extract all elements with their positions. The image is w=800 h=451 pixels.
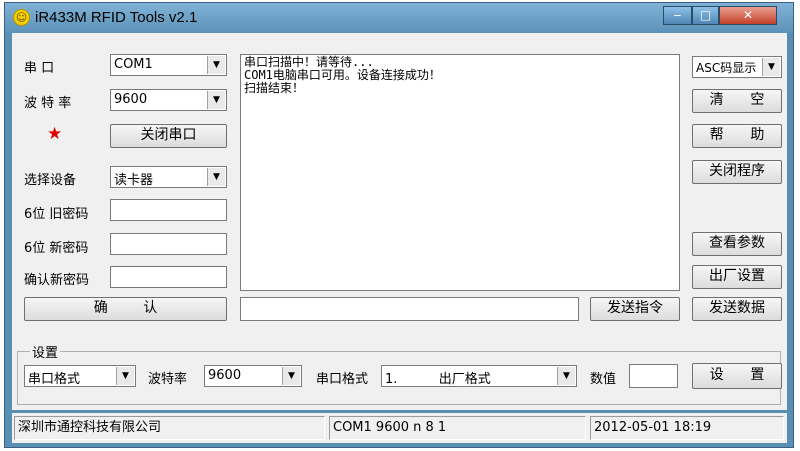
close-port-button[interactable]: 关闭串口 <box>110 124 227 148</box>
maximize-button[interactable]: □ <box>692 6 719 25</box>
settings-baud-label: 波特率 <box>148 372 188 387</box>
number-label: 数值 <box>590 372 617 387</box>
smiley-icon: ☺ <box>13 9 30 26</box>
port-format-value: 1. 出厂格式 <box>385 372 491 387</box>
confirm-password-field[interactable] <box>110 266 227 288</box>
chevron-down-icon[interactable]: ▼ <box>116 367 134 385</box>
confirm-password-label: 确认新密码 <box>24 273 90 288</box>
app-window: ☺ iR433M RFID Tools v2.1 ‒ □ ✕ 串 口 COM1 … <box>4 2 794 448</box>
close-program-button[interactable]: 关闭程序 <box>692 160 782 184</box>
help-button[interactable]: 帮 助 <box>692 124 782 148</box>
chevron-down-icon[interactable]: ▼ <box>762 58 780 76</box>
serial-port-select[interactable]: COM1 ▼ <box>110 54 227 76</box>
view-params-button[interactable]: 查看参数 <box>692 232 782 256</box>
chevron-down-icon[interactable]: ▼ <box>207 91 225 109</box>
log-output[interactable]: 串口扫描中！请等待... COM1电脑串口可用。设备连接成功！ 扫描结束！ <box>240 54 680 291</box>
main-panel: 串 口 COM1 ▼ 波 特 率 9600 ▼ ★ 关闭串口 选择设备 读卡器 … <box>12 33 787 410</box>
display-mode-select[interactable]: ASC码显示 ▼ <box>692 56 782 78</box>
settings-baud-value: 9600 <box>208 368 242 383</box>
title-bar[interactable]: ☺ iR433M RFID Tools v2.1 ‒ □ ✕ <box>5 3 793 33</box>
command-input[interactable] <box>240 297 579 321</box>
old-password-field[interactable] <box>110 199 227 221</box>
display-mode-value: ASC码显示 <box>696 61 757 75</box>
chevron-down-icon[interactable]: ▼ <box>207 168 225 186</box>
log-line: COM1电脑串口可用。设备连接成功！ <box>244 68 441 82</box>
serial-port-value: COM1 <box>114 57 153 72</box>
settings-group-title: 设置 <box>30 342 61 361</box>
log-line: 扫描结束！ <box>244 81 305 95</box>
device-select[interactable]: 读卡器 ▼ <box>110 166 227 188</box>
port-format-select[interactable]: 1. 出厂格式 ▼ <box>381 365 577 387</box>
chevron-down-icon[interactable]: ▼ <box>282 367 300 385</box>
send-data-button[interactable]: 发送数据 <box>692 297 782 321</box>
number-field[interactable] <box>629 364 678 388</box>
chevron-down-icon[interactable]: ▼ <box>557 367 575 385</box>
factory-settings-button[interactable]: 出厂设置 <box>692 265 782 289</box>
star-icon: ★ <box>47 124 63 144</box>
old-password-label: 6位 旧密码 <box>24 207 89 222</box>
set-button[interactable]: 设 置 <box>692 363 782 389</box>
confirm-button[interactable]: 确 认 <box>24 297 227 321</box>
settings-baud-select[interactable]: 9600 ▼ <box>204 365 302 387</box>
baud-rate-select[interactable]: 9600 ▼ <box>110 89 227 111</box>
minimize-button[interactable]: ‒ <box>663 6 692 25</box>
send-command-button[interactable]: 发送指令 <box>590 297 680 321</box>
format-value: 串口格式 <box>28 372 81 387</box>
status-datetime: 2012-05-01 18:19 <box>590 416 784 440</box>
close-button[interactable]: ✕ <box>719 6 777 25</box>
status-company: 深圳市通控科技有限公司 <box>14 416 325 440</box>
status-port-info: COM1 9600 n 8 1 <box>329 416 586 440</box>
window-title: iR433M RFID Tools v2.1 <box>35 9 198 26</box>
device-value: 读卡器 <box>114 173 154 188</box>
new-password-field[interactable] <box>110 233 227 255</box>
serial-port-label: 串 口 <box>24 61 55 76</box>
select-device-label: 选择设备 <box>24 173 77 188</box>
format-select[interactable]: 串口格式 ▼ <box>24 365 136 387</box>
baud-rate-value: 9600 <box>114 92 148 107</box>
clear-button[interactable]: 清 空 <box>692 89 782 113</box>
port-format-label: 串口格式 <box>316 372 369 387</box>
status-bar: 深圳市通控科技有限公司 COM1 9600 n 8 1 2012-05-01 1… <box>12 413 787 443</box>
chevron-down-icon[interactable]: ▼ <box>207 56 225 74</box>
baud-rate-label: 波 特 率 <box>24 96 72 111</box>
new-password-label: 6位 新密码 <box>24 241 89 256</box>
